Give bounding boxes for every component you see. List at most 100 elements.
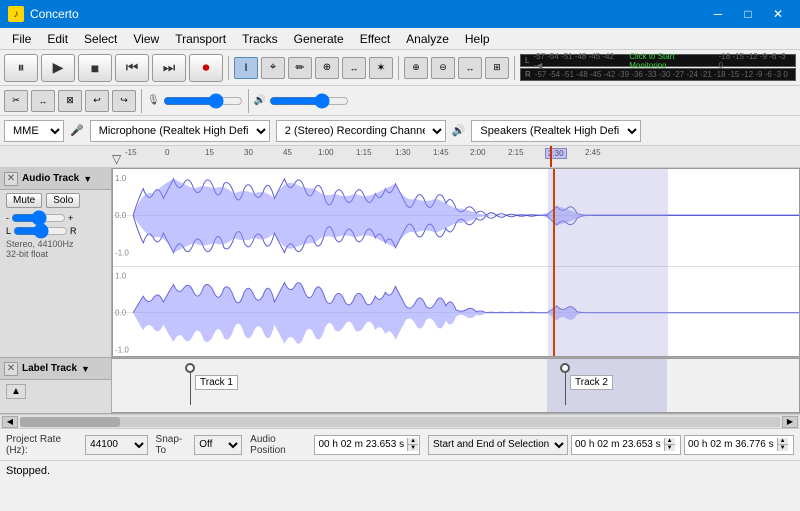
- channels-select[interactable]: 2 (Stereo) Recording Channels: [276, 120, 446, 142]
- tick-30: 30: [244, 148, 253, 157]
- output-gain-slider[interactable]: [269, 97, 349, 105]
- pause-button[interactable]: ⏸: [4, 54, 38, 82]
- input-device-select[interactable]: Microphone (Realtek High Defini: [90, 120, 270, 142]
- output-device-select[interactable]: Speakers (Realtek High Defini: [471, 120, 641, 142]
- scroll-right-btn[interactable]: ▶: [782, 416, 798, 428]
- clip-tool[interactable]: ✂: [4, 90, 28, 112]
- audio-track-dropdown[interactable]: ▼: [83, 174, 92, 184]
- selection-type-select[interactable]: Start and End of Selection: [428, 435, 568, 455]
- menu-file[interactable]: File: [4, 30, 39, 48]
- multi-tool[interactable]: ✶: [369, 57, 393, 79]
- fit-tool[interactable]: ↔: [458, 57, 482, 79]
- scroll-thumb[interactable]: [20, 417, 120, 427]
- menu-transport[interactable]: Transport: [167, 30, 234, 48]
- svg-text:1.0: 1.0: [115, 271, 127, 280]
- zoom-in-tool[interactable]: ⊕: [404, 57, 428, 79]
- zoom-tool[interactable]: ⊕: [315, 57, 339, 79]
- audio-pos-down[interactable]: ▼: [407, 445, 418, 451]
- menu-effect[interactable]: Effect: [352, 30, 398, 48]
- sel-start-down[interactable]: ▼: [664, 445, 675, 451]
- close-button[interactable]: ✕: [764, 4, 792, 24]
- sel-end-input[interactable]: 00 h 02 m 36.776 s ▲ ▼: [684, 435, 794, 455]
- redo-tool[interactable]: ↪: [112, 90, 136, 112]
- gain-slider[interactable]: [11, 214, 66, 222]
- tick-115: 1:15: [356, 148, 372, 157]
- label-track-panel: ✕ Label Track ▼ ▲: [0, 358, 112, 413]
- hscrollbar[interactable]: ◀ ▶: [0, 414, 800, 428]
- waveform-bottom: 1.0 0.0 -1.0: [113, 266, 799, 358]
- menu-edit[interactable]: Edit: [39, 30, 76, 48]
- label-track-dropdown[interactable]: ▼: [81, 364, 90, 374]
- label-up-button[interactable]: ▲: [6, 384, 26, 399]
- undo-tool[interactable]: ↩: [85, 90, 109, 112]
- audio-track-close[interactable]: ✕: [4, 172, 18, 186]
- label-waveform-area: Track 1 Track 2: [112, 358, 800, 413]
- app-icon: ♪: [8, 6, 24, 22]
- snap-to-field: Snap-To Off: [156, 434, 243, 456]
- minimize-button[interactable]: ─: [704, 4, 732, 24]
- svg-text:0.0: 0.0: [115, 211, 127, 220]
- timeline-arrow: ▽: [112, 152, 121, 166]
- audio-pos-up[interactable]: ▲: [407, 438, 418, 445]
- menu-select[interactable]: Select: [76, 30, 125, 48]
- sel-start-up[interactable]: ▲: [664, 438, 675, 445]
- sel-start-input[interactable]: 00 h 02 m 23.653 s ▲ ▼: [571, 435, 681, 455]
- project-rate-select[interactable]: 44100: [85, 435, 147, 455]
- sel-end-up[interactable]: ▲: [777, 438, 788, 445]
- draw-tool[interactable]: ✏: [288, 57, 312, 79]
- audio-pos-input[interactable]: 00 h 02 m 23.653 s ▲ ▼: [314, 435, 420, 455]
- scroll-left-btn[interactable]: ◀: [2, 416, 18, 428]
- divider3: [514, 56, 515, 80]
- zoom-out-tool[interactable]: ⊖: [431, 57, 455, 79]
- menu-generate[interactable]: Generate: [286, 30, 352, 48]
- snap-to-label: Snap-To: [156, 434, 192, 456]
- track-info: Stereo, 44100Hz 32-bit float: [0, 237, 111, 261]
- menu-view[interactable]: View: [125, 30, 167, 48]
- click-to-monitor[interactable]: Click to Start Monitoring: [629, 52, 712, 70]
- select-tool[interactable]: I: [234, 57, 258, 79]
- speaker-icon: 🔊: [254, 95, 266, 106]
- envelope-tool[interactable]: ⌖: [261, 57, 285, 79]
- next-button[interactable]: ⏭: [152, 54, 186, 82]
- project-rate-field: Project Rate (Hz): 44100: [6, 434, 148, 456]
- tick-15: 15: [205, 148, 214, 157]
- label-track-close[interactable]: ✕: [4, 362, 18, 376]
- menu-tracks[interactable]: Tracks: [234, 30, 286, 48]
- audio-track-name: Audio Track: [22, 173, 79, 184]
- record-button[interactable]: ⏺: [189, 54, 223, 82]
- trim-tool[interactable]: ↔: [31, 90, 55, 112]
- level-scale-bottom: -57 -54 -51 -48 -45 -42 -39 -36 -33 -30 …: [535, 70, 788, 79]
- playhead-marker: [550, 146, 552, 168]
- host-select[interactable]: MME: [4, 120, 64, 142]
- prev-button[interactable]: ⏮: [115, 54, 149, 82]
- label2-text[interactable]: Track 2: [570, 375, 613, 390]
- pan-slider[interactable]: [13, 227, 68, 235]
- svg-text:-1.0: -1.0: [115, 345, 129, 354]
- input-gain-slider[interactable]: [163, 97, 243, 105]
- solo-button[interactable]: Solo: [46, 193, 80, 208]
- snap-to-select[interactable]: Off: [194, 435, 242, 455]
- maximize-button[interactable]: □: [734, 4, 762, 24]
- waveform-area[interactable]: 1.0 0.0 -1.0 1.0 0.0 -1.0: [112, 168, 800, 357]
- timeshift-tool[interactable]: ↔: [342, 57, 366, 79]
- tick-245: 2:45: [585, 148, 601, 157]
- audio-track-panel: ✕ Audio Track ▼ Mute Solo - + L R Stereo…: [0, 168, 112, 357]
- tick-200: 2:00: [470, 148, 486, 157]
- stop-button[interactable]: ■: [78, 54, 112, 82]
- menu-analyze[interactable]: Analyze: [398, 30, 457, 48]
- label-track-row: ✕ Label Track ▼ ▲ Track 1 Track 2: [0, 358, 800, 414]
- audio-pos-field: Audio Position 00 h 02 m 23.653 s ▲ ▼: [250, 434, 420, 456]
- sel-end-down[interactable]: ▼: [777, 445, 788, 451]
- label1-text[interactable]: Track 1: [195, 375, 238, 390]
- window-controls: ─ □ ✕: [704, 4, 792, 24]
- divider1: [228, 56, 229, 80]
- audio-pos-label: Audio Position: [250, 434, 311, 456]
- menu-bar: File Edit Select View Transport Tracks G…: [0, 28, 800, 50]
- tick-0: 0: [165, 148, 169, 157]
- menu-help[interactable]: Help: [457, 30, 498, 48]
- mute-button[interactable]: Mute: [6, 193, 42, 208]
- app-title: Concerto: [30, 7, 79, 21]
- silence-tool[interactable]: ⊠: [58, 90, 82, 112]
- play-button[interactable]: ▶: [41, 54, 75, 82]
- zoom-sel-tool[interactable]: ⊞: [485, 57, 509, 79]
